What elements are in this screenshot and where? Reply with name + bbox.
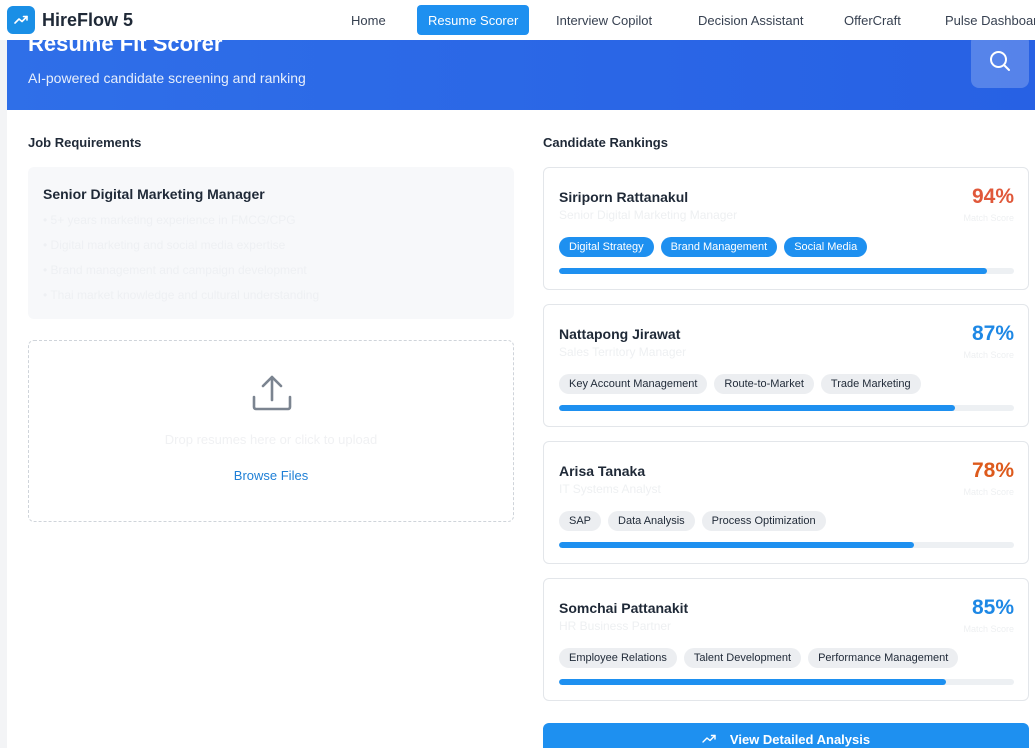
skill-tag: Talent Development	[683, 648, 802, 668]
nav-resume-scorer[interactable]: Resume Scorer	[417, 5, 530, 35]
top-navbar: HireFlow 5 Home Resume Scorer Interview …	[0, 0, 1035, 40]
match-score-label: Match Score	[963, 624, 1014, 634]
job-title: Senior Digital Marketing Manager	[43, 186, 265, 202]
match-score-label: Match Score	[963, 487, 1014, 497]
skill-tag: Data Analysis	[608, 511, 695, 531]
view-detailed-analysis-button[interactable]: View Detailed Analysis	[543, 723, 1029, 748]
candidate-name: Siriporn Rattanakul	[559, 189, 689, 205]
skill-tag: Trade Marketing	[820, 374, 921, 394]
requirement-item: • Brand management and campaign developm…	[43, 263, 307, 277]
search-icon[interactable]	[971, 40, 1029, 88]
candidate-name: Arisa Tanaka	[559, 463, 646, 479]
candidate-card[interactable]: Siriporn Rattanakul Senior Digital Marke…	[543, 167, 1029, 290]
requirement-item: • Digital marketing and social media exp…	[43, 238, 286, 252]
nav-offercraft[interactable]: OfferCraft	[833, 5, 912, 35]
match-progress-bar	[559, 268, 1014, 274]
candidate-name: Somchai Pattanakit	[559, 600, 689, 616]
candidate-card[interactable]: Somchai Pattanakit HR Business Partner 8…	[543, 578, 1029, 701]
job-requirements-card: Senior Digital Marketing Manager • 5+ ye…	[28, 167, 514, 319]
match-progress-fill	[559, 542, 914, 548]
match-score-label: Match Score	[963, 350, 1014, 360]
nav-home[interactable]: Home	[340, 5, 397, 35]
dropzone-text: Drop resumes here or click to upload	[164, 432, 378, 447]
skill-tag: Process Optimization	[701, 511, 826, 531]
candidate-role: Sales Territory Manager	[559, 345, 687, 359]
brand[interactable]: HireFlow 5	[7, 6, 133, 34]
nav-decision-assistant[interactable]: Decision Assistant	[687, 5, 815, 35]
browse-files-link[interactable]: Browse Files	[29, 468, 513, 483]
match-progress-fill	[559, 405, 955, 411]
match-score: 94%	[971, 185, 1014, 208]
candidate-rankings-heading: Candidate Rankings	[543, 135, 668, 150]
match-progress-bar	[559, 542, 1014, 548]
match-score: 85%	[971, 596, 1014, 619]
match-score-label: Match Score	[963, 213, 1014, 223]
candidate-role: IT Systems Analyst	[559, 482, 661, 496]
resume-dropzone[interactable]: Drop resumes here or click to upload Bro…	[28, 340, 514, 522]
candidate-name: Nattapong Jirawat	[559, 326, 681, 342]
nav-pulse-dashboard[interactable]: Pulse Dashboard	[934, 5, 1035, 35]
skill-tag: Digital Strategy	[559, 237, 654, 257]
candidate-role: Senior Digital Marketing Manager	[559, 208, 738, 222]
page-title: Resume Fit Scorer	[28, 40, 223, 56]
match-progress-fill	[559, 679, 946, 685]
main-panel: Job Requirements Senior Digital Marketin…	[7, 110, 1035, 748]
trending-up-icon	[702, 733, 716, 745]
hero-banner: Resume Fit Scorer AI-powered candidate s…	[7, 40, 1035, 110]
match-progress-bar	[559, 679, 1014, 685]
skill-tags: Employee Relations Talent Development Pe…	[559, 648, 959, 668]
skill-tag: Route-to-Market	[714, 374, 814, 394]
skill-tag: Key Account Management	[559, 374, 708, 394]
nav-interview-copilot[interactable]: Interview Copilot	[545, 5, 663, 35]
skill-tag: SAP	[559, 511, 602, 531]
skill-tags: Key Account Management Route-to-Market T…	[559, 374, 921, 394]
match-progress-fill	[559, 268, 987, 274]
requirement-item: • 5+ years marketing experience in FMCG/…	[43, 213, 296, 227]
cta-label: View Detailed Analysis	[729, 731, 871, 747]
skill-tag: Social Media	[784, 237, 868, 257]
skill-tag: Brand Management	[660, 237, 778, 257]
match-score: 78%	[971, 459, 1014, 482]
candidate-card[interactable]: Nattapong Jirawat Sales Territory Manage…	[543, 304, 1029, 427]
skill-tags: Digital Strategy Brand Management Social…	[559, 237, 868, 257]
skill-tag: Employee Relations	[559, 648, 677, 668]
match-score: 87%	[971, 322, 1014, 345]
skill-tag: Performance Management	[808, 648, 959, 668]
upload-icon	[250, 373, 294, 418]
requirement-item: • Thai market knowledge and cultural und…	[43, 288, 320, 302]
job-requirements-heading: Job Requirements	[28, 135, 142, 150]
app-name: HireFlow 5	[42, 9, 134, 30]
candidate-role: HR Business Partner	[559, 619, 672, 633]
page-subtitle: AI-powered candidate screening and ranki…	[28, 70, 306, 86]
match-progress-bar	[559, 405, 1014, 411]
skill-tags: SAP Data Analysis Process Optimization	[559, 511, 826, 531]
trending-up-icon	[7, 6, 35, 34]
candidate-card[interactable]: Arisa Tanaka IT Systems Analyst 78% Matc…	[543, 441, 1029, 564]
